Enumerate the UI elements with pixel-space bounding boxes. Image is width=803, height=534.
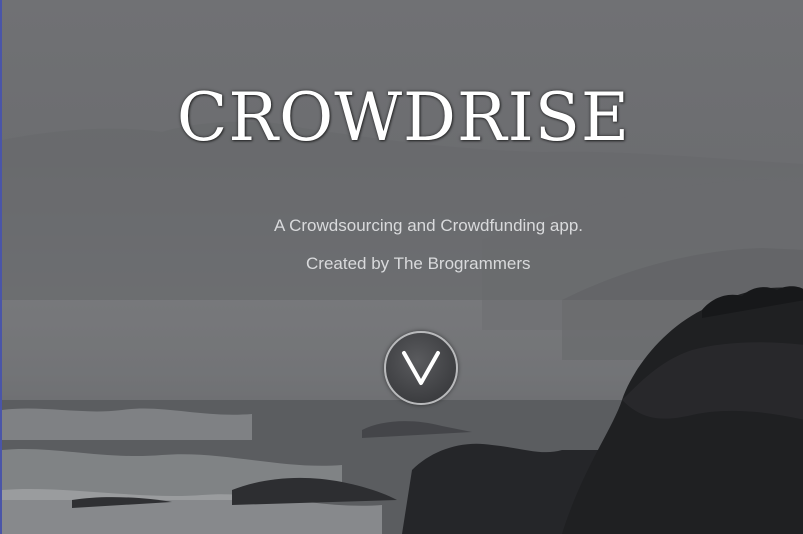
app-title: CROWDRISE [176,79,631,156]
credit-text: Created by The Brogrammers [306,254,531,273]
tagline-text: A Crowdsourcing and Crowdfunding app. [274,216,584,235]
scroll-down-button[interactable] [384,331,458,405]
chevron-down-icon [402,351,440,385]
hero-section: CROWDRISE A Crowdsourcing and Crowdfundi… [0,0,803,534]
